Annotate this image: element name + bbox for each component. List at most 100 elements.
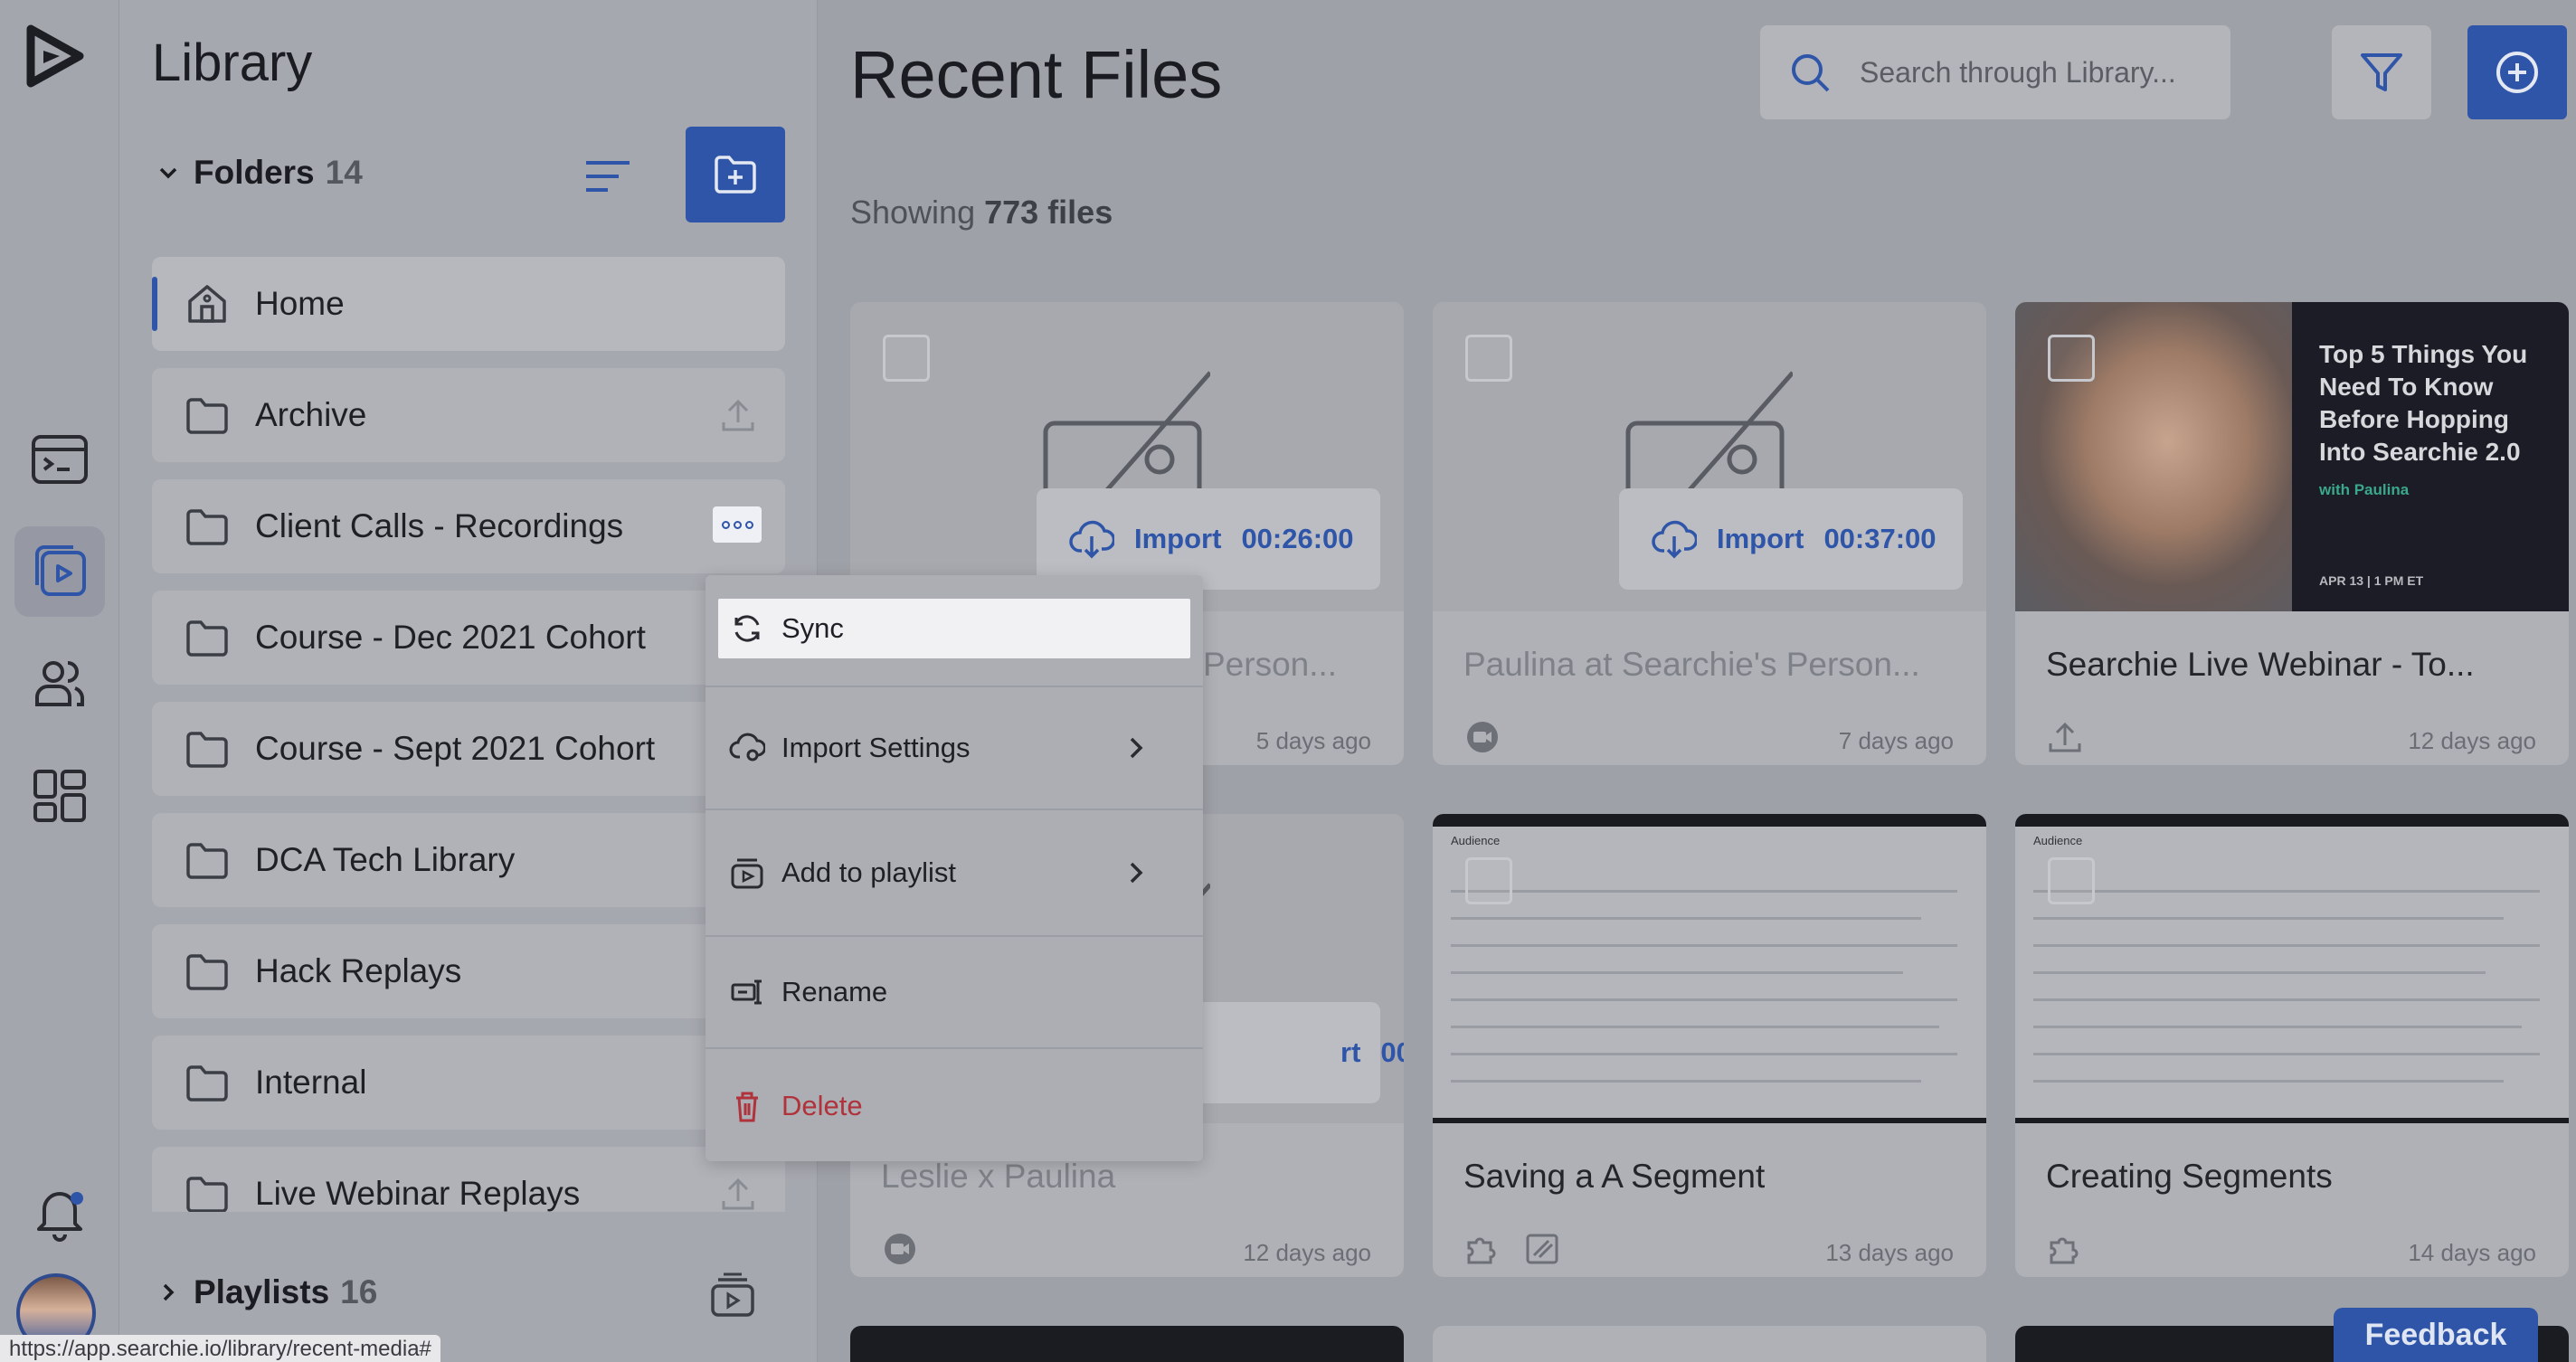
menu-item-rename[interactable]: Rename [706,962,1203,1022]
file-count: Showing 773 files [850,194,1113,231]
media-age: 5 days ago [1255,727,1371,754]
media-title: Saving a A Segment [1463,1158,1766,1195]
transcript-icon [1526,1234,1558,1264]
menu-item-add-to-playlist[interactable]: Add to playlist [706,843,1203,903]
media-card[interactable] [850,1326,1404,1362]
media-thumbnail: Audience [2015,814,2569,1123]
menu-item-delete[interactable]: Delete [706,1076,1203,1136]
puzzle-icon [2050,1237,2079,1264]
media-card[interactable]: Import 00:37:00 Paulina at Searchie's Per… [1433,302,1986,765]
folder-item-internal[interactable]: Internal [152,1036,785,1130]
chevron-down-icon [159,167,177,179]
nav-audience-icon[interactable] [14,638,105,729]
video-camera-icon [885,1234,915,1264]
folder-item-course-dec-2021[interactable]: Course - Dec 2021 Cohort [152,591,785,685]
media-age: 12 days ago [1243,1239,1371,1266]
media-thumbnail: Import 00:37:00 [1433,302,1986,611]
media-age: 12 days ago [2408,727,2536,754]
folders-count: 14 [325,154,363,191]
media-thumbnail: Audience [1433,814,1986,1123]
media-age: 13 days ago [1825,1239,1954,1266]
sort-icon[interactable] [581,154,635,199]
folder-item-live-webinar-replays[interactable]: Live Webinar Replays [152,1147,785,1212]
more-dots-icon [721,520,730,529]
media-title: Person... [1203,646,1338,683]
folder-label: Hack Replays [255,952,462,989]
folder-more-button[interactable] [713,506,762,543]
nav-widgets-icon[interactable] [14,751,105,841]
upload-icon [2049,722,2081,752]
select-checkbox[interactable] [2048,335,2095,382]
folder-icon [186,1065,228,1102]
folder-item-client-calls[interactable]: Client Calls - Recordings [152,479,785,573]
folder-icon [186,509,228,545]
media-thumbnail: Import 00:26:00 [850,302,1404,611]
folders-toggle[interactable]: Folders 14 [156,154,363,192]
playlist-icon [731,858,763,889]
folder-item-archive[interactable]: Archive [152,368,785,462]
folder-label: Client Calls - Recordings [255,507,624,544]
folder-item-dca-tech-library[interactable]: DCA Tech Library [152,813,785,907]
folder-icon [186,398,228,434]
folder-label: DCA Tech Library [255,841,516,878]
select-checkbox[interactable] [1465,335,1512,382]
folder-item-home[interactable]: Home [152,257,785,351]
add-media-button[interactable] [2467,25,2567,119]
menu-item-import-settings[interactable]: Import Settings [706,718,1203,778]
folder-icon [186,620,228,657]
media-card[interactable]: Audience Creating Segments 14 days ago [2015,814,2569,1277]
playlists-toggle[interactable]: Playlists 16 [156,1273,377,1311]
upload-icon[interactable] [718,395,758,435]
new-playlist-icon[interactable] [707,1272,758,1319]
app-logo-icon[interactable] [24,24,89,89]
nav-rail [0,0,119,1362]
folder-icon [186,1177,228,1212]
media-title: Leslie x Paulina [881,1158,1116,1195]
plus-circle-icon [2496,52,2538,93]
media-card[interactable] [1433,1326,1986,1362]
thumb-title: Top 5 Things You Need To Know Before Hop… [2319,340,2528,466]
sidebar-title: Library [152,33,313,92]
nav-transcripts-icon[interactable] [14,414,105,505]
import-button[interactable]: Import 00:37:00 [1619,488,1963,590]
folder-item-hack-replays[interactable]: Hack Replays [152,924,785,1018]
select-checkbox[interactable] [1465,857,1512,904]
folder-label: Home [255,285,345,322]
folder-icon [186,954,228,990]
nav-library-icon[interactable] [14,526,105,617]
folder-label: Archive [255,396,367,433]
media-title: Creating Segments [2046,1158,2333,1195]
folder-item-course-sept-2021[interactable]: Course - Sept 2021 Cohort [152,702,785,796]
folders-label: Folders [194,154,315,191]
playlists-label: Playlists [194,1273,330,1310]
cloud-gear-icon [729,733,765,761]
menu-item-sync[interactable]: Sync [718,599,1190,658]
upload-icon[interactable] [718,1174,758,1212]
folder-context-menu: Sync Import Settings Add to playlist Ren… [706,575,1203,1161]
playlists-count: 16 [340,1273,378,1310]
media-card[interactable]: Top 5 Things You Need To Know Before Hop… [2015,302,2569,765]
folder-icon [186,843,228,879]
thumb-with: with Paulina [2319,481,2410,498]
media-title: Searchie Live Webinar - To... [2046,646,2475,683]
thumb-header: Audience [1451,834,1501,847]
media-thumbnail: Top 5 Things You Need To Know Before Hop… [2015,302,2569,611]
search-input[interactable]: Search through Library... [1760,25,2230,119]
cloud-download-icon [1652,520,1697,559]
search-icon [1792,54,1830,92]
chevron-right-icon [163,1283,175,1301]
feedback-button[interactable]: Feedback [2334,1308,2538,1362]
folder-icon [186,732,228,768]
puzzle-icon [1467,1237,1496,1264]
select-checkbox[interactable] [883,335,930,382]
notifications-bell-icon[interactable] [14,1167,105,1257]
media-age: 7 days ago [1838,727,1954,754]
rename-icon [731,979,762,1005]
media-card[interactable]: Audience Saving a A Segment 13 days ago [1433,814,1986,1277]
trash-icon [736,1092,758,1122]
folder-label: Live Webinar Replays [255,1175,581,1212]
filter-icon [2361,53,2402,91]
select-checkbox[interactable] [2048,857,2095,904]
new-folder-button[interactable] [686,127,785,222]
filter-button[interactable] [2332,25,2431,119]
